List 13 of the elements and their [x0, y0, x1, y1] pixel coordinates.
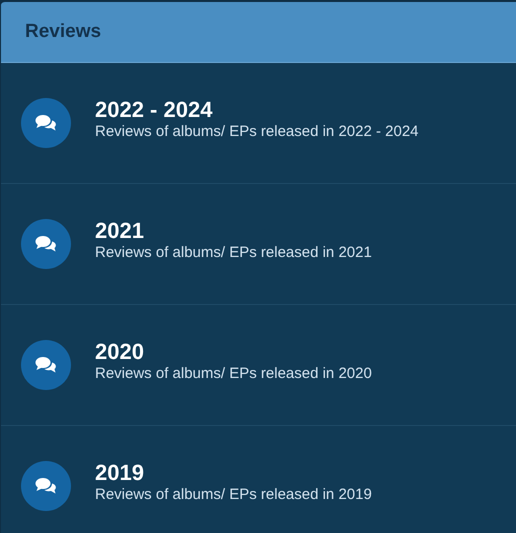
chat-bubbles-icon	[35, 356, 57, 374]
forum-description: Reviews of albums/ EPs released in 2021	[95, 242, 372, 262]
forum-title[interactable]: 2020	[95, 338, 372, 364]
chat-bubbles-icon	[35, 235, 57, 253]
forum-description: Reviews of albums/ EPs released in 2019	[95, 484, 372, 504]
forum-title[interactable]: 2022 - 2024	[95, 96, 419, 122]
forum-description: Reviews of albums/ EPs released in 2022 - 2024	[95, 122, 419, 142]
chat-bubbles-icon	[35, 477, 57, 495]
section-title: Reviews	[25, 20, 102, 44]
chat-bubbles-icon	[35, 114, 57, 132]
forum-description: Reviews of albums/ EPs released in 2020	[95, 364, 372, 384]
forum-title[interactable]: 2019	[95, 460, 372, 485]
forum-title[interactable]: 2021	[95, 218, 372, 243]
